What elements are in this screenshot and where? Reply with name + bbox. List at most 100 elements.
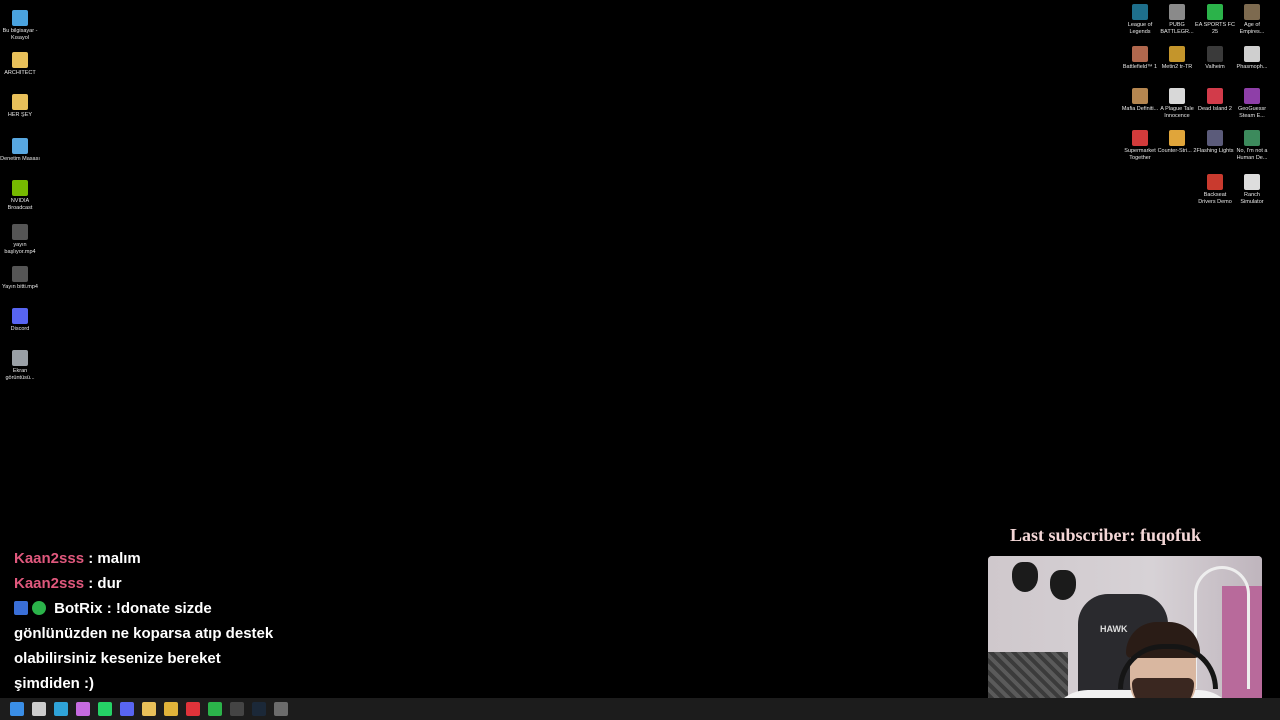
desktop-shortcut-label: A Plague Tale Innocence <box>1160 106 1194 119</box>
windows-start-icon[interactable] <box>10 702 24 716</box>
pubg-icon <box>1169 4 1185 20</box>
control-panel-icon <box>12 138 28 154</box>
stream-chat-overlay: Kaan2sss : malım Kaan2sss : dur BotRix :… <box>14 546 274 696</box>
chat-message: Kaan2sss : malım <box>14 546 274 571</box>
desktop-shortcut[interactable]: ARCHITECT <box>0 52 40 77</box>
fc25-icon <box>1207 4 1223 20</box>
desktop-shortcut-label: yayın başlıyor.mp4 <box>4 242 36 255</box>
cs2-icon <box>1169 130 1185 146</box>
not-human-icon <box>1244 130 1260 146</box>
desktop-shortcut-label: PUBG BATTLEGR... <box>1160 22 1194 35</box>
desktop-game-shortcut[interactable]: GeoGuessr Steam E... <box>1232 88 1272 120</box>
bot-badge-icon <box>14 601 28 615</box>
desktop-right-icons: League of Legends PUBG BATTLEGR... EA SPOR… <box>1120 0 1280 220</box>
desktop-shortcut-label: Battlefield™ 1 <box>1122 64 1158 70</box>
desktop-shortcut[interactable]: Yayın bitti.mp4 <box>0 266 40 291</box>
supermarket-icon <box>1132 130 1148 146</box>
webcam-overlay: HAWK <box>988 556 1262 720</box>
desktop-shortcut[interactable]: Bu bilgisayar - Kısayol <box>0 10 40 42</box>
aoe-icon <box>1244 4 1260 20</box>
xbox-icon[interactable] <box>208 702 222 716</box>
desktop-game-shortcut[interactable]: EA SPORTS FC 25 <box>1195 4 1235 36</box>
desktop-shortcut[interactable]: NVIDIA Broadcast <box>0 180 40 212</box>
nvidia-icon <box>12 180 28 196</box>
desktop-game-shortcut[interactable]: Counter-Stri... 2 <box>1157 130 1197 155</box>
backseat-icon <box>1207 174 1223 190</box>
folder-icon <box>12 52 28 68</box>
desktop-shortcut-label: Supermarket Together <box>1124 148 1156 161</box>
image-file-icon <box>12 350 28 366</box>
discord-icon[interactable] <box>120 702 134 716</box>
desktop-game-shortcut[interactable]: Flashing Lights <box>1195 130 1235 155</box>
chat-separator: : <box>88 550 94 567</box>
desktop-game-shortcut[interactable]: PUBG BATTLEGR... <box>1157 4 1197 36</box>
desktop-game-shortcut[interactable]: Ranch Simulator <box>1232 174 1272 206</box>
obs-icon[interactable] <box>274 702 288 716</box>
desktop-shortcut-label: ARCHITECT <box>4 70 36 76</box>
desktop-shortcut[interactable]: Discord <box>0 308 40 333</box>
chat-text: dur <box>97 575 122 592</box>
desktop-shortcut-label: Flashing Lights <box>1196 148 1234 154</box>
desktop-shortcut[interactable]: yayın başlıyor.mp4 <box>0 224 40 256</box>
desktop-shortcut-label: Discord <box>10 326 30 332</box>
flashing-lights-icon <box>1207 130 1223 146</box>
desktop-shortcut-label: HER ŞEY <box>7 112 33 118</box>
terminal-icon[interactable] <box>230 702 244 716</box>
dead-island-icon <box>1207 88 1223 104</box>
desktop-shortcut-label: No, I'm not a Human De... <box>1236 148 1268 161</box>
desktop-game-shortcut[interactable]: Valheim <box>1195 46 1235 71</box>
opera-icon[interactable] <box>186 702 200 716</box>
desktop-game-shortcut[interactable]: Supermarket Together <box>1120 130 1160 162</box>
steam-icon[interactable] <box>252 702 266 716</box>
lol-icon <box>1132 4 1148 20</box>
wall-mask-icon <box>1050 570 1076 600</box>
desktop-shortcut-label: Mafia Definiti... <box>1121 106 1159 112</box>
chat-separator: : <box>106 600 112 617</box>
desktop-shortcut-label: Phasmoph... <box>1236 64 1268 70</box>
chat-username: Kaan2sss <box>14 575 85 592</box>
desktop-shortcut-label: Dead Island 2 <box>1198 106 1232 112</box>
chat-username: BotRix <box>54 600 103 617</box>
desktop-game-shortcut[interactable]: Age of Empires... <box>1232 4 1272 36</box>
last-subscriber-label: Last subscriber: fuqofuk <box>1010 525 1202 545</box>
desktop-game-shortcut[interactable]: Phasmoph... <box>1232 46 1272 71</box>
chrome-icon[interactable] <box>164 702 178 716</box>
edge-icon[interactable] <box>54 702 68 716</box>
desktop-game-shortcut[interactable]: A Plague Tale Innocence <box>1157 88 1197 120</box>
desktop-game-shortcut[interactable]: Dead Island 2 <box>1195 88 1235 113</box>
chat-username: Kaan2sss <box>14 550 85 567</box>
desktop-shortcut-label: Bu bilgisayar - Kısayol <box>2 28 38 41</box>
folder-icon <box>12 94 28 110</box>
desktop-game-shortcut[interactable]: No, I'm not a Human De... <box>1232 130 1272 162</box>
desktop-shortcut-label: Ekran görüntüsü... <box>5 368 35 381</box>
desktop-shortcut-label: Valheim <box>1205 64 1225 70</box>
search-icon[interactable] <box>32 702 46 716</box>
geoguessr-icon <box>1244 88 1260 104</box>
desktop-game-shortcut[interactable]: Battlefield™ 1 <box>1120 46 1160 71</box>
desktop-game-shortcut[interactable]: League of Legends <box>1120 4 1160 36</box>
desktop-shortcut-label: Counter-Stri... 2 <box>1157 148 1197 154</box>
desktop-shortcut-label: NVIDIA Broadcast <box>7 198 33 211</box>
phasmophobia-icon <box>1244 46 1260 62</box>
wall-mask-icon <box>1012 562 1038 592</box>
mafia-icon <box>1132 88 1148 104</box>
desktop-shortcut[interactable]: Denetim Masası <box>0 138 40 163</box>
battlefield-icon <box>1132 46 1148 62</box>
desktop-shortcut-label: Yayın bitti.mp4 <box>2 284 38 290</box>
metin2-icon <box>1169 46 1185 62</box>
whatsapp-icon[interactable] <box>98 702 112 716</box>
copilot-icon[interactable] <box>76 702 90 716</box>
desktop-game-shortcut[interactable]: Mafia Definiti... <box>1120 88 1160 113</box>
desktop-shortcut[interactable]: HER ŞEY <box>0 94 40 119</box>
taskbar <box>0 698 1280 720</box>
chat-message-bot: BotRix : !donate sizde gönlünüzden ne ko… <box>14 596 274 696</box>
desktop-shortcut-label: Denetim Masası <box>0 156 40 162</box>
desktop-game-shortcut[interactable]: Metin2 tr-TR <box>1157 46 1197 71</box>
plague-tale-icon <box>1169 88 1185 104</box>
desktop-shortcut[interactable]: Ekran görüntüsü... <box>0 350 40 382</box>
chat-message: Kaan2sss : dur <box>14 571 274 596</box>
computer-icon <box>12 10 28 26</box>
desktop-shortcut-label: Ranch Simulator <box>1240 192 1264 205</box>
desktop-game-shortcut[interactable]: Backseat Drivers Demo <box>1195 174 1235 206</box>
file-explorer-icon[interactable] <box>142 702 156 716</box>
